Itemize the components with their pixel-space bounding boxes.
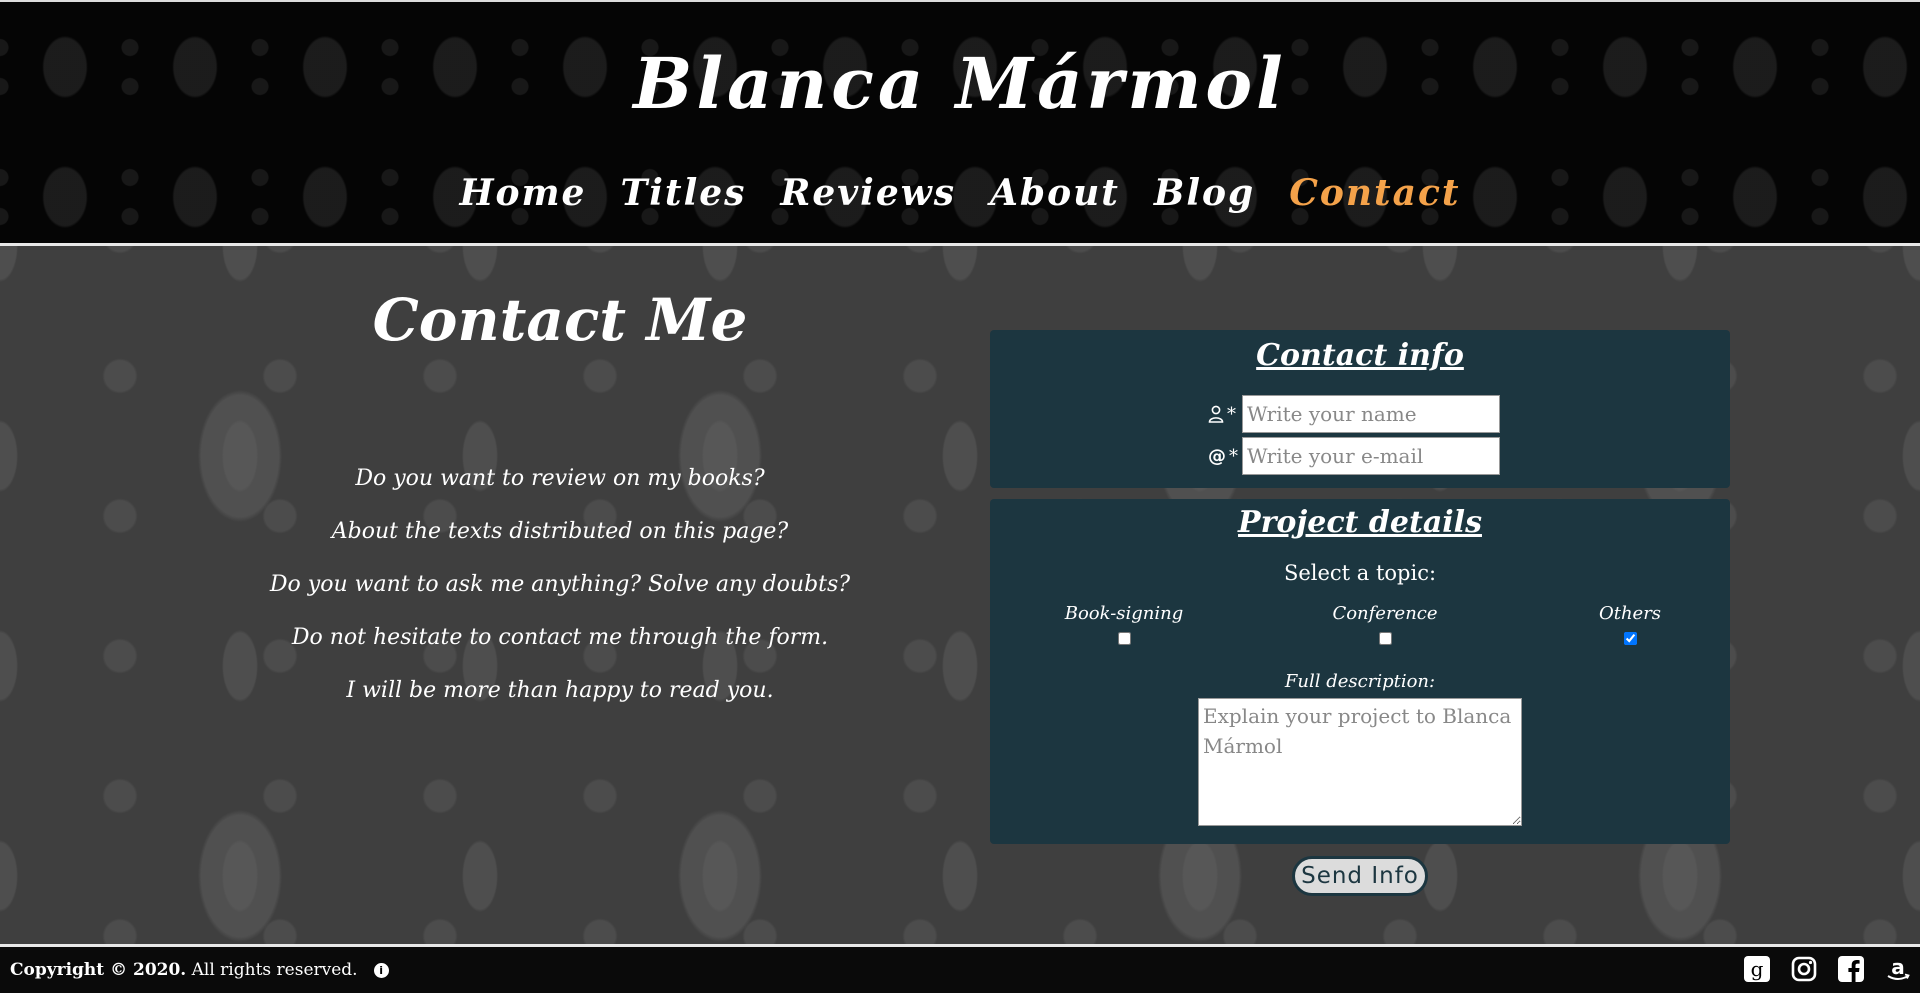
svg-text:a: a (1891, 956, 1905, 979)
topic-label: Others (1598, 603, 1662, 624)
copyright: Copyright © 2020. All rights reserved. i (10, 960, 389, 980)
intro-line: Do you want to review on my books? (355, 466, 765, 491)
intro-line: I will be more than happy to read you. (346, 678, 774, 703)
nav-about[interactable]: About (990, 172, 1120, 214)
intro-line: Do you want to ask me anything? Solve an… (269, 572, 851, 597)
site-footer: Copyright © 2020. All rights reserved. i… (0, 944, 1920, 993)
main-content: Contact Me Do you want to review on my b… (0, 246, 1920, 944)
topic-checkbox[interactable] (1378, 632, 1392, 645)
facebook-icon[interactable] (1837, 955, 1865, 983)
project-details-panel: Project details Select a topic: Book-sig… (990, 499, 1730, 844)
topic-label: Book-signing (1064, 603, 1184, 624)
nav-reviews[interactable]: Reviews (780, 172, 956, 214)
topic-others[interactable]: Others (1570, 603, 1690, 645)
topic-options: Book-signing Conference Others (990, 603, 1730, 645)
intro-line: About the texts distributed on this page… (331, 519, 789, 544)
site-header: Blanca Mármol Home Titles Reviews About … (0, 0, 1920, 246)
topic-prompt: Select a topic: (1283, 561, 1437, 585)
topic-label: Conference (1332, 603, 1438, 624)
svg-text:g: g (1751, 957, 1764, 981)
goodreads-icon[interactable]: g (1743, 955, 1771, 983)
project-details-title: Project details (1238, 505, 1482, 540)
topic-checkbox[interactable] (1117, 632, 1131, 645)
name-row: * (1208, 395, 1500, 433)
at-icon: @ (1208, 445, 1226, 467)
amazon-icon[interactable]: a (1884, 955, 1912, 983)
site-title[interactable]: Blanca Mármol (0, 42, 1920, 125)
email-label: @ * (1208, 446, 1242, 467)
contact-info-panel: Contact info * @ * (990, 330, 1730, 488)
nav-titles[interactable]: Titles (620, 172, 746, 214)
email-row: @ * (1208, 437, 1500, 475)
nav-blog[interactable]: Blog (1154, 172, 1255, 214)
page-title: Contact Me (372, 286, 748, 354)
name-label: * (1208, 404, 1242, 425)
intro-line: Do not hesitate to contact me through th… (291, 625, 829, 650)
description-textarea[interactable] (1198, 698, 1522, 826)
copyright-rest: All rights reserved. (191, 960, 358, 980)
user-icon (1208, 405, 1224, 423)
intro-text: Do you want to review on my books? About… (0, 452, 1120, 717)
topic-conference[interactable]: Conference (1325, 603, 1445, 645)
nav-contact[interactable]: Contact (1289, 172, 1460, 214)
contact-info-title: Contact info (1256, 338, 1464, 373)
main-nav: Home Titles Reviews About Blog Contact (0, 172, 1920, 214)
email-input[interactable] (1242, 437, 1500, 475)
info-icon[interactable]: i (373, 962, 389, 978)
required-mark: * (1229, 445, 1238, 467)
topic-book-signing[interactable]: Book-signing (1064, 603, 1184, 645)
instagram-icon[interactable] (1790, 955, 1818, 983)
copyright-bold: Copyright © 2020. (10, 960, 187, 980)
nav-home[interactable]: Home (459, 172, 586, 214)
name-input[interactable] (1242, 395, 1500, 433)
send-info-button[interactable]: Send Info (1292, 856, 1428, 896)
copyright-text: Copyright © 2020. All rights reserved. (10, 960, 358, 980)
description-label: Full description: (1284, 671, 1436, 692)
social-links: g a (1743, 955, 1912, 983)
topic-checkbox[interactable] (1623, 632, 1637, 645)
required-mark: * (1227, 403, 1236, 425)
